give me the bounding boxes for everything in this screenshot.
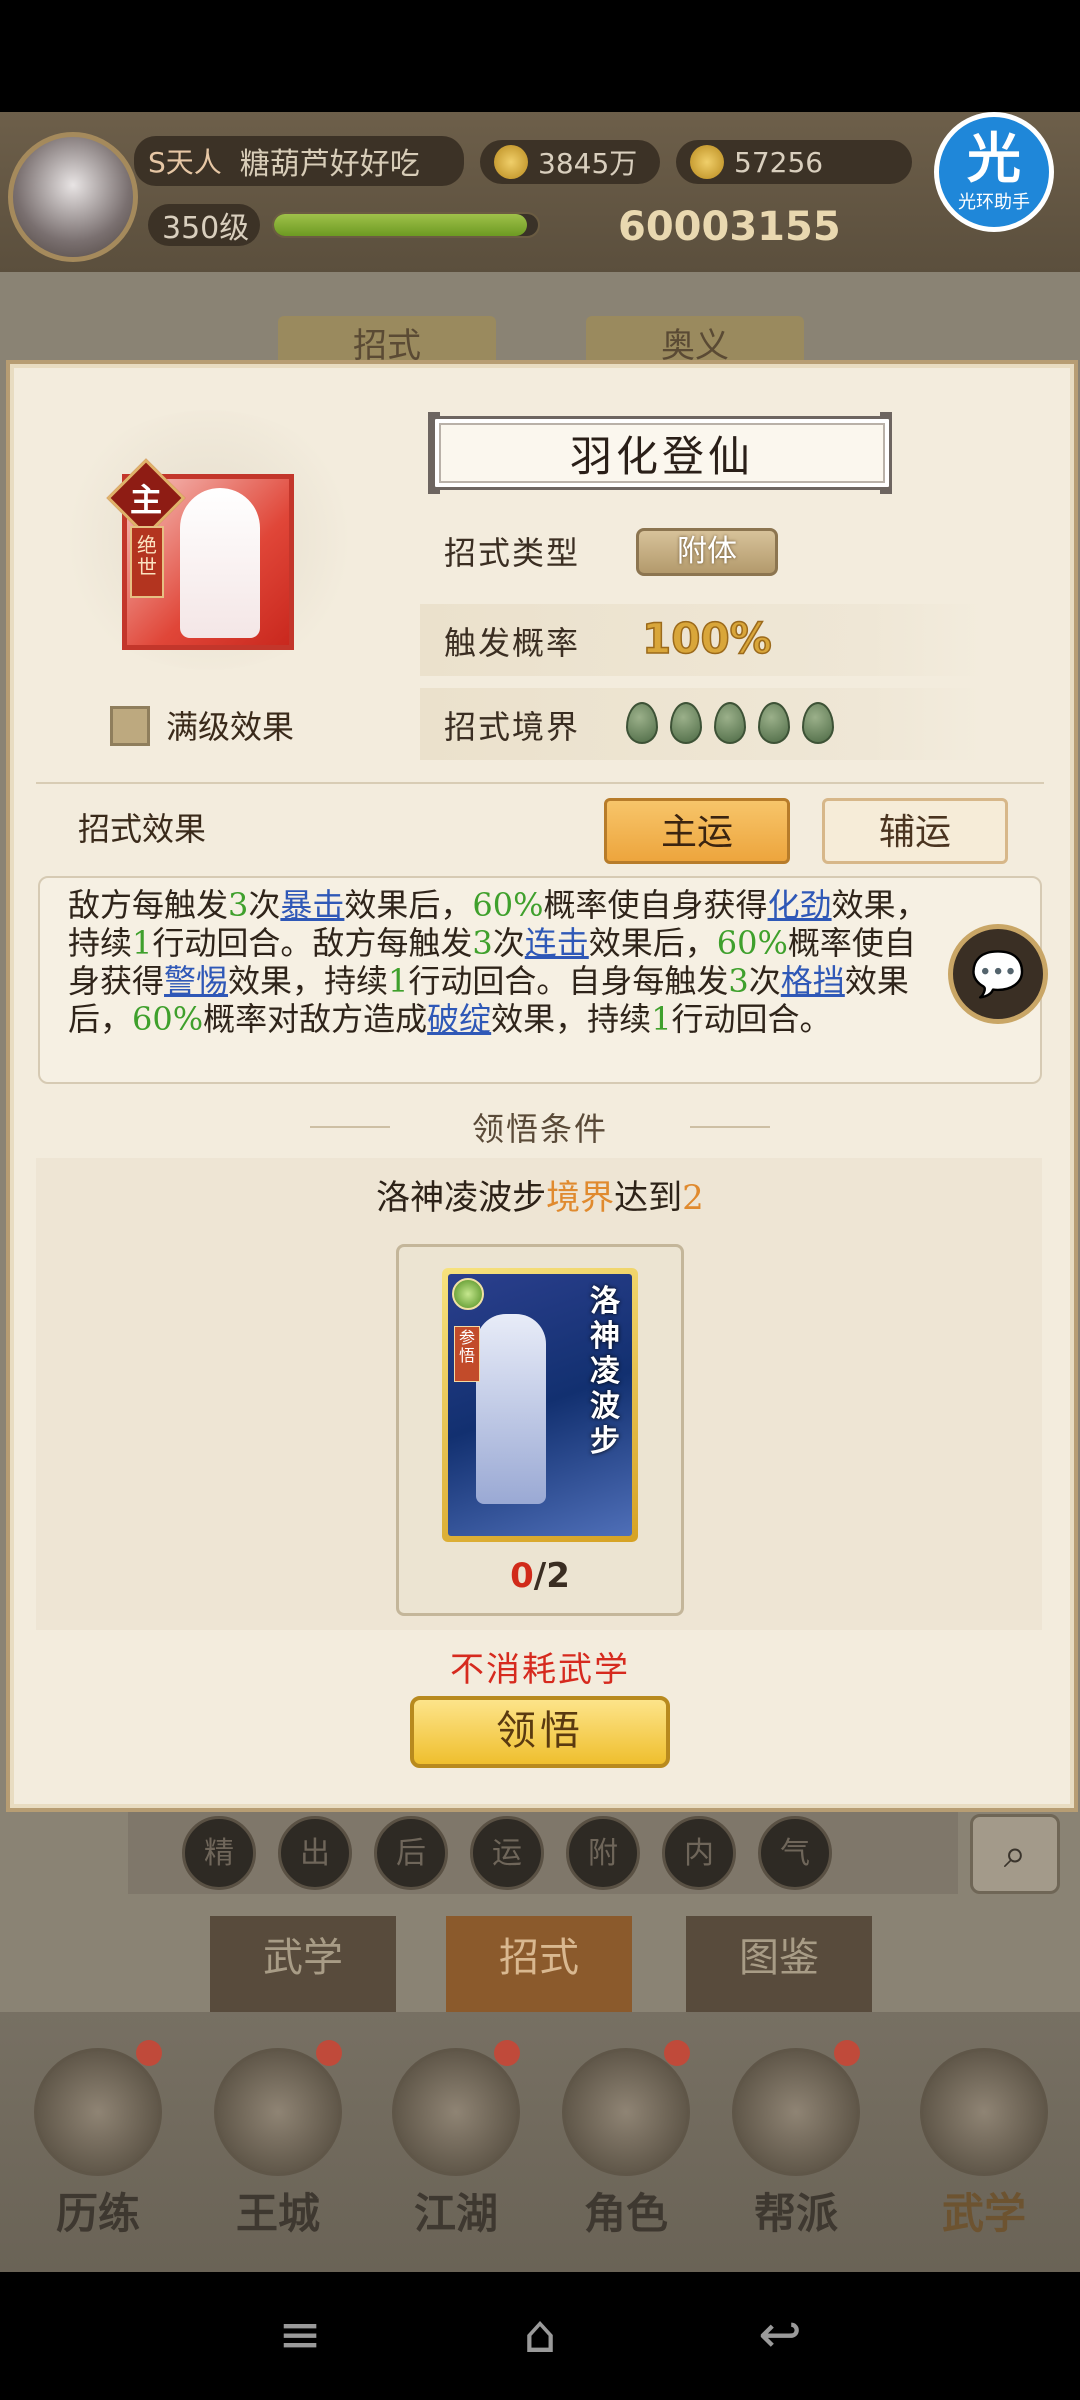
- skill-title-frame: 羽化登仙: [432, 416, 892, 490]
- filter-qi[interactable]: 气: [758, 1816, 832, 1890]
- keyword-link[interactable]: 格挡: [781, 962, 845, 1000]
- filter-fortune[interactable]: 运: [470, 1816, 544, 1890]
- keyword-link[interactable]: 连击: [525, 924, 589, 962]
- card-name: 洛神凌波步: [590, 1284, 620, 1459]
- skill-title: 羽化登仙: [569, 431, 754, 481]
- effect-section-label: 招式效果: [78, 810, 207, 848]
- back-icon[interactable]: ↩: [740, 2300, 820, 2370]
- type-badge: 附体: [636, 528, 778, 576]
- nav-jianghu[interactable]: 江湖: [376, 2040, 536, 2260]
- notification-dot: [664, 2040, 690, 2066]
- tab-martial-arts[interactable]: 武学: [210, 1916, 396, 2012]
- rank-badge: S天人: [148, 146, 222, 179]
- character-icon: [562, 2048, 690, 2176]
- filter-attach[interactable]: 附: [566, 1816, 640, 1890]
- realm-label: 招式境界: [444, 708, 581, 746]
- tab-aux-fortune[interactable]: 辅运: [822, 798, 1008, 864]
- condition-divider-right: [690, 1126, 770, 1128]
- notification-dot: [494, 2040, 520, 2066]
- card-art: 参悟 洛神凌波步: [448, 1274, 632, 1536]
- helper-app-button[interactable]: 光 光环助手: [934, 112, 1054, 232]
- required-skill-card[interactable]: 参悟 洛神凌波步: [442, 1268, 638, 1542]
- max-effect-checkbox[interactable]: [110, 706, 150, 746]
- player-level: 350级: [162, 211, 250, 246]
- ingots-pill: 57256: [676, 140, 912, 184]
- level-pill: 350级: [148, 204, 260, 246]
- helper-label: 光环助手: [958, 192, 1030, 213]
- condition-divider-left: [310, 1126, 390, 1128]
- jade-pip-icon: [714, 702, 746, 744]
- tab-codex[interactable]: 图鉴: [686, 1916, 872, 2012]
- comprehend-button[interactable]: 领悟: [410, 1696, 670, 1768]
- coins-value: 3845万: [538, 147, 638, 180]
- notification-dot: [136, 2040, 162, 2066]
- jade-pip-icon: [802, 702, 834, 744]
- filter-after[interactable]: 后: [374, 1816, 448, 1890]
- realm-pips: [626, 702, 834, 744]
- section-divider: [36, 782, 1044, 784]
- guild-icon: [732, 2048, 860, 2176]
- search-icon[interactable]: ⌕: [970, 1814, 1060, 1894]
- condition-text: 洛神凌波步境界达到2: [376, 1178, 704, 1218]
- combat-power: 60003155: [618, 204, 841, 250]
- effect-line-4: 后，60%概率对敌方造成破绽效果，持续1行动回合。: [68, 1000, 832, 1038]
- chat-bubble-icon: 💬: [970, 949, 1026, 1000]
- condition-title: 领悟条件: [471, 1110, 608, 1148]
- jade-pip-icon: [670, 702, 702, 744]
- notification-dot: [834, 2040, 860, 2066]
- home-icon[interactable]: ⌂: [500, 2300, 580, 2370]
- tab-moves[interactable]: 招式: [446, 1916, 632, 2012]
- skill-figure-art: [180, 488, 260, 638]
- card-count: 0/2: [510, 1556, 570, 1596]
- ingots-value: 57256: [734, 145, 824, 179]
- effect-line-3: 身获得警惕效果，持续1行动回合。自身每触发3次格挡效果: [68, 962, 909, 1000]
- trigger-value: 100%: [641, 613, 772, 664]
- coins-pill: 3845万: [480, 140, 660, 184]
- card-figure-art: [476, 1314, 546, 1504]
- nav-royal-city[interactable]: 王城: [198, 2040, 358, 2260]
- card-tag: 参悟: [454, 1326, 480, 1382]
- training-icon: [34, 2048, 162, 2176]
- jianghu-icon: [392, 2048, 520, 2176]
- jade-pip-icon: [626, 702, 658, 744]
- card-gem-icon: [452, 1278, 484, 1310]
- filter-out[interactable]: 出: [278, 1816, 352, 1890]
- player-name-pill: S天人 糖葫芦好好吃: [134, 136, 464, 186]
- keyword-link[interactable]: 破绽: [427, 1000, 491, 1038]
- keyword-link[interactable]: 暴击: [280, 886, 344, 924]
- coin-icon: [494, 145, 528, 179]
- tab-main-fortune[interactable]: 主运: [604, 798, 790, 864]
- filter-refine[interactable]: 精: [182, 1816, 256, 1890]
- filter-inner[interactable]: 内: [662, 1816, 736, 1890]
- ingot-icon: [690, 145, 724, 179]
- level-progress-fill: [274, 214, 528, 236]
- nav-martial-arts[interactable]: 武学: [904, 2040, 1064, 2260]
- notification-dot: [316, 2040, 342, 2066]
- scroll-icon: [920, 2048, 1048, 2176]
- rarity-tag: 绝世: [130, 526, 164, 598]
- helper-icon: 光: [967, 127, 1021, 190]
- keyword-link[interactable]: 警惕: [164, 962, 228, 1000]
- chat-button[interactable]: 💬: [948, 924, 1048, 1024]
- keyword-link[interactable]: 化劲: [768, 886, 832, 924]
- effect-line-1: 敌方每触发3次暴击效果后，60%概率使自身获得化劲效果，: [68, 886, 928, 924]
- royal-city-icon: [214, 2048, 342, 2176]
- nav-guild[interactable]: 帮派: [716, 2040, 876, 2260]
- main-badge: 主: [129, 481, 162, 519]
- no-consume-notice: 不消耗武学: [450, 1650, 630, 1690]
- nav-training[interactable]: 历练: [18, 2040, 178, 2260]
- jade-pip-icon: [758, 702, 790, 744]
- max-effect-label: 满级效果: [166, 708, 295, 746]
- nav-character[interactable]: 角色: [546, 2040, 706, 2260]
- menu-icon[interactable]: ≡: [260, 2300, 340, 2370]
- type-label: 招式类型: [444, 534, 581, 572]
- level-progress-bar: [272, 212, 540, 238]
- player-name: 糖葫芦好好吃: [239, 147, 420, 182]
- player-avatar[interactable]: [8, 132, 138, 262]
- effect-line-2: 持续1行动回合。敌方每触发3次连击效果后，60%概率使自: [68, 924, 916, 962]
- trigger-label: 触发概率: [444, 624, 581, 662]
